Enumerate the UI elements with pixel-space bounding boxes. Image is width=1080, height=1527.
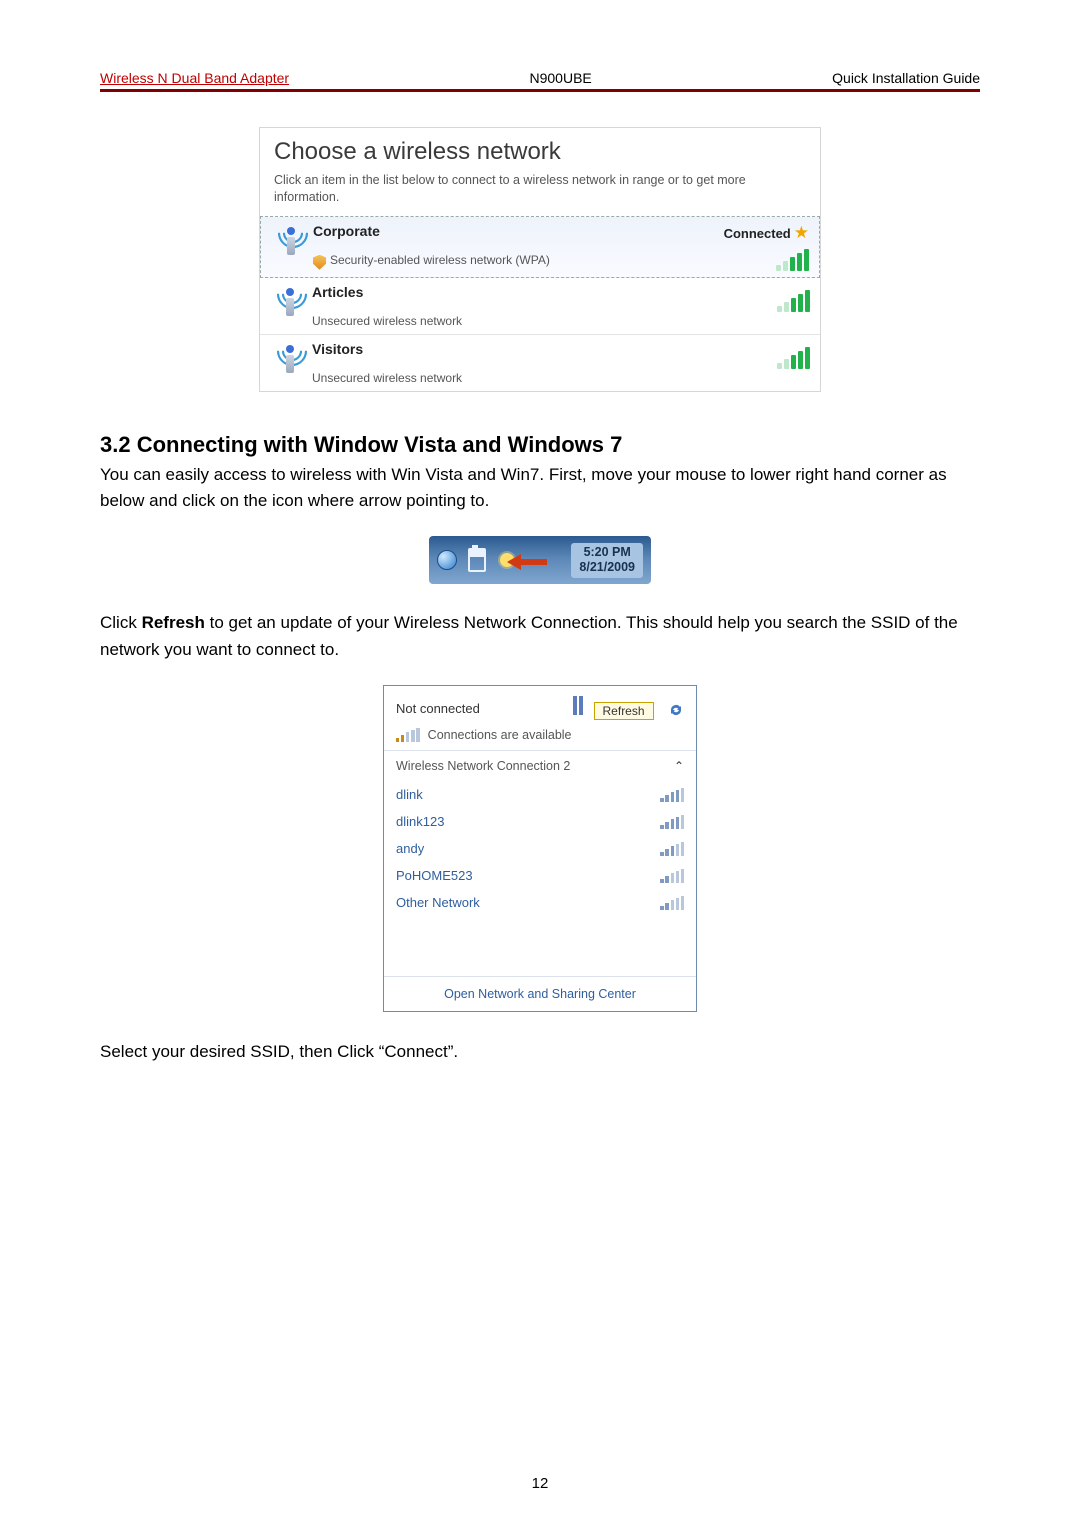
section-heading: 3.2 Connecting with Window Vista and Win… xyxy=(100,432,980,458)
ssid-item[interactable]: andy xyxy=(396,835,684,862)
chevron-up-icon: ⌃ xyxy=(674,759,684,773)
section-para-3: Select your desired SSID, then Click “Co… xyxy=(100,1042,980,1062)
signal-bars-icon xyxy=(700,347,810,369)
ssid-label: Other Network xyxy=(396,895,480,910)
network-name: Articles xyxy=(312,284,700,314)
signal-bars-icon xyxy=(660,842,684,856)
section-para-1: You can easily access to wireless with W… xyxy=(100,462,980,515)
signal-bars-icon xyxy=(660,896,684,910)
ssid-item[interactable]: Other Network xyxy=(396,889,684,916)
section-para-2: Click Refresh to get an update of your W… xyxy=(100,610,980,663)
refresh-arrows-icon[interactable] xyxy=(668,703,684,715)
signal-bars-icon xyxy=(700,290,810,312)
network-name: Corporate xyxy=(313,223,699,253)
wifi-antenna-icon xyxy=(269,223,313,259)
network-status: Connected xyxy=(724,226,791,241)
page-number: 12 xyxy=(0,1475,1080,1492)
tray-clock[interactable]: 5:20 PM 8/21/2009 xyxy=(571,543,643,578)
ssid-label: andy xyxy=(396,841,424,856)
win7-network-flyout: Not connected Refresh Connections are av… xyxy=(383,685,697,1012)
open-network-center-link[interactable]: Open Network and Sharing Center xyxy=(384,976,696,1011)
header-left: Wireless N Dual Band Adapter xyxy=(100,70,289,86)
network-desc: Unsecured wireless network xyxy=(312,314,700,328)
ssid-label: dlink123 xyxy=(396,814,444,829)
signal-bars-icon xyxy=(699,249,809,271)
tray-date: 8/21/2009 xyxy=(579,560,635,576)
win7-system-tray: 5:20 PM 8/21/2009 xyxy=(429,536,651,584)
flyout-available-text: Connections are available xyxy=(428,728,572,742)
ssid-label: dlink xyxy=(396,787,423,802)
ssid-item[interactable]: dlink123 xyxy=(396,808,684,835)
network-item-visitors[interactable]: Visitors Unsecured wireless network xyxy=(260,335,820,391)
text-cursor-icon xyxy=(573,696,585,715)
xp-wireless-dialog: Choose a wireless network Click an item … xyxy=(259,127,821,392)
xp-dialog-subtitle: Click an item in the list below to conne… xyxy=(260,172,820,216)
shield-icon xyxy=(313,255,326,270)
battery-icon[interactable] xyxy=(467,550,487,570)
ssid-item[interactable]: dlink xyxy=(396,781,684,808)
wifi-antenna-icon xyxy=(268,284,312,320)
star-icon: ★ xyxy=(794,223,809,243)
flyout-section-label: Wireless Network Connection 2 xyxy=(396,759,570,773)
header-center: N900UBE xyxy=(529,70,591,86)
header-right: Quick Installation Guide xyxy=(832,70,980,86)
signal-bars-icon xyxy=(660,815,684,829)
ssid-label: PoHOME523 xyxy=(396,868,473,883)
refresh-button[interactable]: Refresh xyxy=(594,702,654,720)
xp-dialog-title: Choose a wireless network xyxy=(260,128,820,172)
network-desc-text: Security-enabled wireless network (WPA) xyxy=(330,253,550,267)
network-item-articles[interactable]: Articles Unsecured wireless network xyxy=(260,278,820,335)
signal-bars-icon xyxy=(660,788,684,802)
page-header: Wireless N Dual Band Adapter N900UBE Qui… xyxy=(100,70,980,92)
network-name: Visitors xyxy=(312,341,700,371)
tray-time: 5:20 PM xyxy=(579,545,635,561)
ssid-item[interactable]: PoHOME523 xyxy=(396,862,684,889)
signal-bars-icon xyxy=(660,869,684,883)
signal-available-icon xyxy=(396,728,420,742)
network-globe-icon[interactable] xyxy=(437,550,457,570)
network-desc: Unsecured wireless network xyxy=(312,371,700,385)
wifi-antenna-icon xyxy=(268,341,312,377)
network-desc: Security-enabled wireless network (WPA) xyxy=(313,253,699,268)
flyout-status: Not connected xyxy=(396,701,480,716)
flyout-section-header[interactable]: Wireless Network Connection 2 ⌃ xyxy=(396,759,684,773)
network-item-corporate[interactable]: Corporate Security-enabled wireless netw… xyxy=(260,216,820,278)
